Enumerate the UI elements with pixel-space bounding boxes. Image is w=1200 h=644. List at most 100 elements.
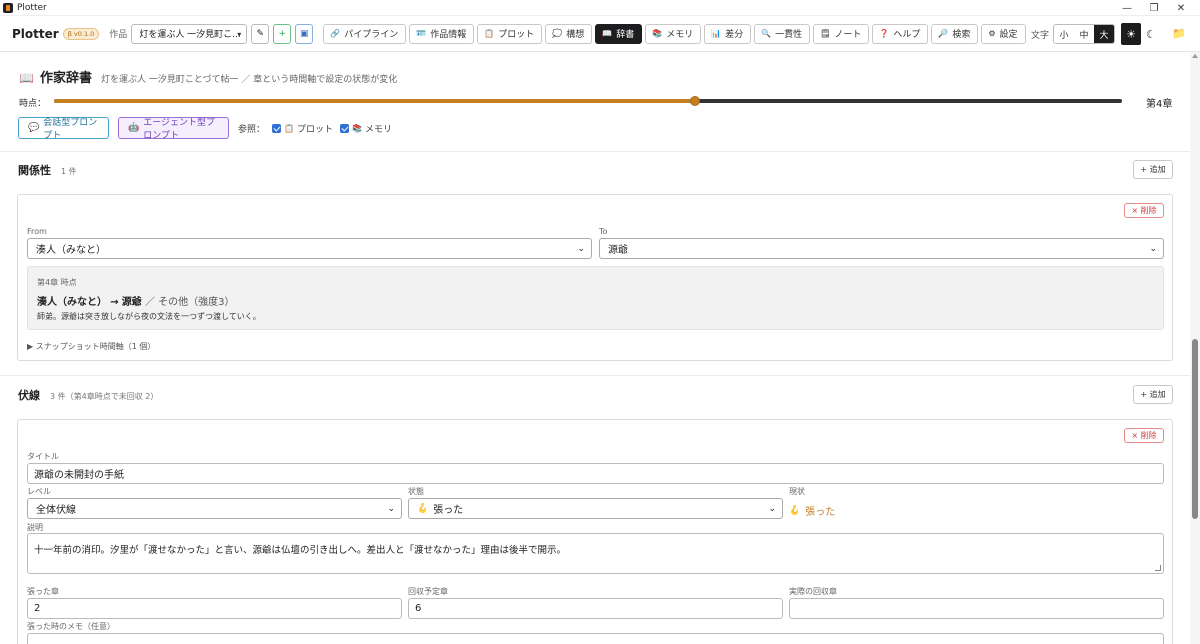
snapshot-relation: 湊人（みなと） → 源爺 ／ その他（強度3） [37,293,235,308]
memory-reference-checkbox[interactable] [340,124,349,133]
scroll-up-arrow-icon[interactable] [1192,54,1198,58]
nav-consistency-button[interactable]: 🔍 一貫性 [754,23,811,44]
vertical-scrollbar[interactable] [1190,52,1200,644]
folder-icon[interactable]: 📁 [1172,27,1186,40]
divider [0,151,1190,152]
save-work-button[interactable]: ▣ [295,23,314,44]
divider [0,375,1190,376]
reference-label: 参照： [238,125,266,135]
actual-chapter-input[interactable] [789,598,1164,619]
font-size-medium[interactable]: 中 [1074,25,1094,43]
add-work-button[interactable]: + [273,23,292,44]
snapshot-to: 源爺 [121,297,142,308]
planted-chapter-input[interactable]: 2 [27,598,402,619]
minimize-button[interactable]: — [1114,0,1140,16]
brand-logo: Plotter [12,26,59,41]
add-relation-button[interactable]: + 追加 [1133,160,1173,179]
snapshot-timeline-toggle[interactable]: ▶ スナップショット時間軸（1 個） [27,341,155,352]
add-foreshadow-button[interactable]: + 追加 [1133,385,1173,404]
toolbar: Plotter β v0.1.0 作品 灯を運ぶ人 一汐見町こ... ▾ ✎ +… [0,16,1200,52]
book-icon: 📖 [602,29,613,38]
agent-prompt-button[interactable]: 🤖 エージェント型プロンプト [118,117,229,141]
nav-help-button[interactable]: ❓ ヘルプ [872,23,929,44]
books-icon: 📚 [652,29,663,38]
nav-pipeline-button[interactable]: 🔗 パイプライン [323,23,407,44]
to-select[interactable]: 源爺 ⌄ [599,238,1164,259]
nav-search-label: 検索 [952,30,971,40]
memory-reference-label: メモリ [364,125,392,135]
delete-foreshadow-button[interactable]: × 削除 [1124,428,1164,443]
state-select[interactable]: 🪝 張った ⌄ [408,498,783,519]
window-titlebar: Plotter — ❐ ✕ [0,0,1200,16]
chevron-down-icon: ⌄ [768,504,776,514]
id-card-icon: 🪪 [416,29,427,38]
planned-chapter-input[interactable]: 6 [408,598,783,619]
nav-pipeline-label: パイプライン [344,30,399,40]
nav-help-label: ヘルプ [893,30,921,40]
foreshadow-title: 伏線 [18,389,40,402]
hook-icon: 🪝 [789,505,801,516]
bar-chart-icon: 📊 [711,29,722,38]
from-select[interactable]: 湊人（みなと） ⌄ [27,238,592,259]
nav-concept-button[interactable]: 💭 構想 [545,23,593,44]
scrollbar-thumb[interactable] [1192,339,1198,519]
resize-handle-icon[interactable] [1155,565,1161,571]
relations-count: 1 件 [61,167,77,176]
nav-dictionary-button[interactable]: 📖 辞書 [595,23,643,44]
timeline-label: 時点： [19,99,47,109]
close-button[interactable]: ✕ [1168,0,1194,16]
plot-reference-checkbox[interactable] [272,124,282,133]
timeline-handle[interactable] [689,96,700,106]
maximize-button[interactable]: ❐ [1141,0,1167,16]
delete-relation-button[interactable]: × 削除 [1124,203,1164,218]
nav-dictionary-label: 辞書 [616,30,635,40]
current-status-label: 現状 [789,487,805,496]
nav-plot-button[interactable]: 📋 プロット [477,23,543,44]
clipboard-icon: 📋 [284,124,294,133]
nav-settings-button[interactable]: ⚙ 設定 [981,23,1026,44]
planted-chapter-label: 張った章 [27,587,59,596]
edit-work-button[interactable]: ✎ [251,23,270,44]
timeline-value: 第4章 [1146,99,1173,110]
dark-theme-moon-icon[interactable]: ☾ [1141,23,1161,45]
state-select-value: 張った [433,505,464,516]
font-size-small[interactable]: 小 [1054,25,1074,43]
relations-title: 関係性 [18,164,51,177]
planted-memo-input[interactable] [27,633,1164,644]
gear-icon: ⚙ [988,29,996,38]
relation-snapshot: 第4章 時点 湊人（みなと） → 源爺 ／ その他（強度3） 師弟。源爺は突き放… [27,266,1164,330]
save-icon: ▣ [300,28,309,39]
reference-options: 参照： 📋 プロット 📚 メモリ [238,122,392,135]
relations-section-header: 関係性 1 件 [18,162,77,178]
chevron-down-icon: ⌄ [1149,244,1157,254]
to-select-value: 源爺 [608,245,628,256]
thought-bubble-icon: 💭 [552,29,563,38]
question-icon: ❓ [879,29,890,38]
from-label: From [27,227,47,236]
nav-notes-button[interactable]: 🗒 ノート [813,23,870,44]
main-nav: 🔗 パイプライン 🪪 作品情報 📋 プロット 💭 構想 📖 辞書 📚 メモリ 📊 差分 🔍 一貫性 🗒 ノート ❓ ヘ… [323,23,1028,44]
state-label: 状態 [408,487,424,496]
chapter-timeline-slider[interactable] [54,96,1122,106]
work-select[interactable]: 灯を運ぶ人 一汐見町こ... ▾ [131,23,248,44]
level-select[interactable]: 全体伏線 ⌄ [27,498,402,519]
plus-icon: + [278,28,287,39]
foreshadow-count: 3 件（第4章時点で未回収 2） [50,392,159,401]
foreshadow-title-input[interactable]: 源爺の未開封の手紙 [27,463,1164,484]
foreshadow-title-label: タイトル [27,452,59,461]
font-size-large[interactable]: 大 [1094,25,1114,43]
current-status-value: 張った [805,507,836,518]
nav-diff-button[interactable]: 📊 差分 [704,23,752,44]
description-textarea[interactable]: 十一年前の消印。汐里が「渡せなかった」と言い、源爺は仏壇の引き出しへ。差出人と「… [27,533,1164,574]
page-title: 作家辞書 [39,71,92,86]
notepad-icon: 🗒 [820,29,831,38]
nav-work-info-button[interactable]: 🪪 作品情報 [409,23,475,44]
nav-search-button[interactable]: 🔎 検索 [931,23,979,44]
work-label: 作品 [109,30,128,40]
conversation-prompt-button[interactable]: 💬 会話型プロンプト [18,117,109,141]
chevron-down-icon: ⌄ [577,244,585,254]
light-theme-sun-icon[interactable]: ☀ [1121,23,1141,45]
nav-notes-label: ノート [834,30,862,40]
nav-memory-button[interactable]: 📚 メモリ [645,23,702,44]
nav-consistency-label: 一貫性 [775,30,803,40]
